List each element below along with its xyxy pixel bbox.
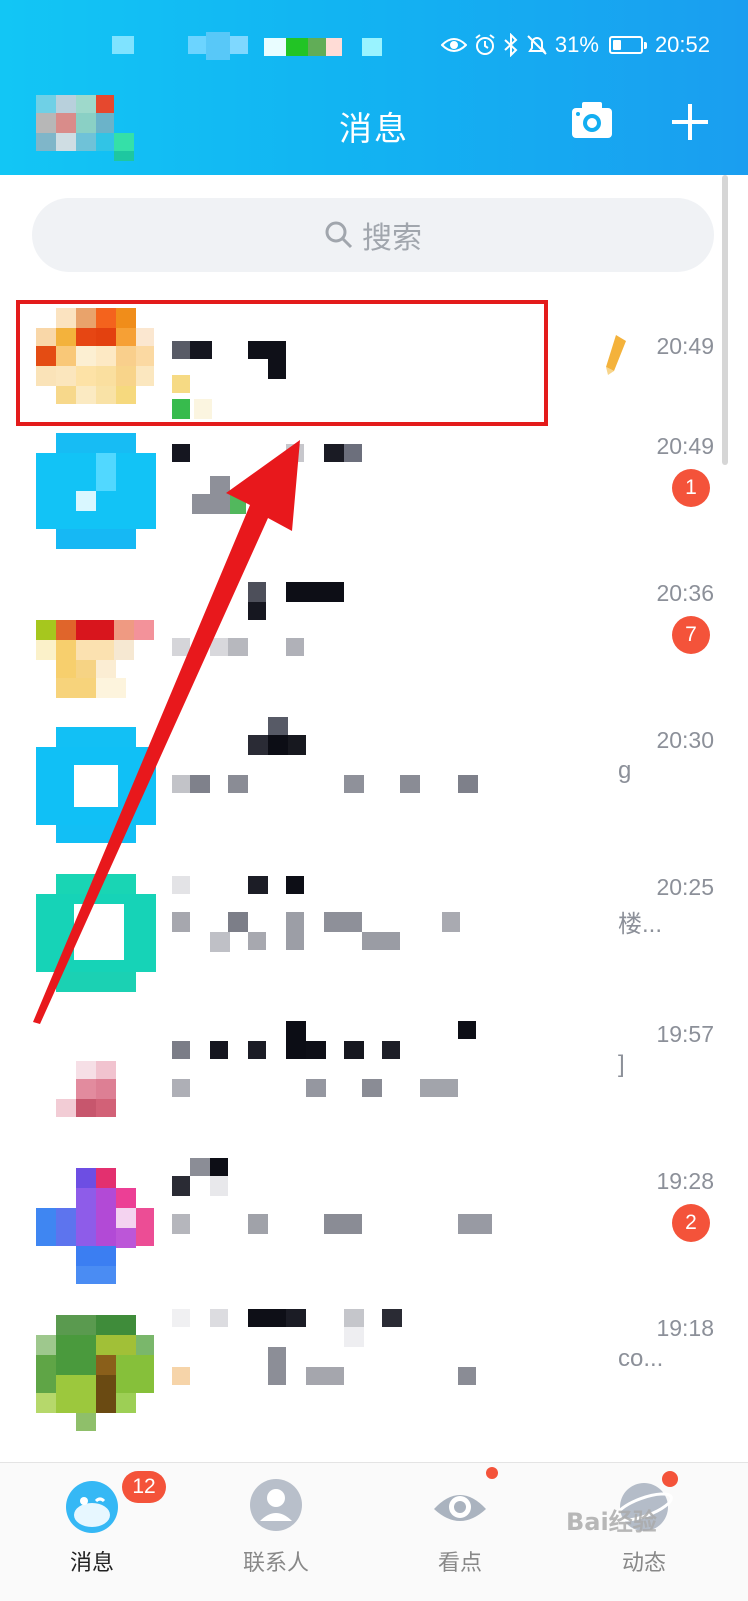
search-input[interactable]: 搜索 [32,198,714,272]
page-title: 消息 [339,109,409,148]
pencil-draft-icon [606,335,626,375]
contact-avatar [36,1168,154,1284]
message-time: 19:18 [656,1315,714,1341]
alarm-icon [475,34,495,55]
chat-list-item[interactable]: g 20:30 [0,717,748,874]
tab-unread-badge: 12 [122,1471,166,1503]
search-placeholder: 搜索 [362,221,422,256]
message-preview-tail: ] [618,1051,625,1078]
chat-list-item[interactable]: 20:49 1 [0,433,748,580]
status-bar-right: 31% 20:52 [440,28,710,62]
tab-label: 消息 [69,1551,114,1576]
app-header: 31% 20:52 消息 [0,0,748,175]
status-clock: 20:52 [654,32,710,57]
contacts-icon [250,1479,302,1531]
contact-name-redacted [172,444,362,514]
plus-icon[interactable] [670,102,710,142]
message-time: 20:49 [656,433,714,459]
new-content-dot [662,1471,678,1487]
eye-feed-icon [434,1495,486,1521]
message-time: 20:25 [656,874,714,900]
status-notification-icons [112,32,382,60]
contact-avatar [36,1315,154,1431]
message-time: 19:28 [656,1168,714,1194]
eye-comfort-icon [440,38,467,52]
contact-avatar [36,620,154,698]
contact-avatar [36,727,156,843]
penguin-chat-icon [66,1481,118,1533]
highlight-box-annotation [16,300,548,426]
camera-icon[interactable] [570,100,614,140]
search-bar[interactable]: 搜索 [32,198,714,272]
contact-name-redacted [172,876,460,952]
contact-avatar [36,874,156,992]
message-time: 20:30 [656,727,714,753]
chat-list-item[interactable]: co... 19:18 [0,1309,748,1462]
tab-contacts[interactable]: 联系人 [206,1471,346,1599]
baidu-jingyan-watermark: Bai经验 [566,1508,657,1536]
tab-label: 联系人 [242,1551,309,1576]
contact-name-redacted [172,1158,492,1234]
chat-list-item[interactable]: 20:36 7 [0,580,748,727]
search-icon [325,221,353,249]
chat-list: 20:49 20:49 1 20:36 7 g 20:30 楼... 20:25… [0,283,748,1462]
tab-label: 动态 [621,1551,666,1576]
tab-messages[interactable]: 12 消息 [22,1471,166,1599]
chat-list-item[interactable]: 楼... 20:25 [0,874,748,1021]
bluetooth-icon [504,33,518,57]
contact-name-redacted [172,582,344,656]
tab-label: 看点 [437,1551,482,1576]
message-time: 19:57 [656,1021,714,1047]
unread-badge: 1 [672,469,710,507]
tab-kandian[interactable]: 看点 [390,1467,530,1599]
message-time: 20:36 [656,580,714,606]
contact-name-redacted [172,1309,476,1385]
message-preview-tail: 楼... [618,911,663,938]
battery-icon [608,36,647,54]
battery-percent: 31% [554,32,599,57]
chat-list-item[interactable]: ] 19:57 [0,1021,748,1168]
contact-avatar [36,433,156,549]
message-time: 20:49 [656,333,714,359]
battery-level-fill [612,40,621,50]
unread-badge: 2 [672,1204,710,1242]
new-content-dot [486,1467,498,1479]
contact-avatar [56,1061,116,1117]
chat-list-item[interactable]: 19:28 2 [0,1158,748,1315]
contact-name-redacted [172,717,478,793]
mute-bell-icon [527,35,547,55]
message-preview-tail: g [618,757,632,784]
unread-badge: 7 [672,616,710,654]
contact-name-redacted [172,1021,476,1097]
message-preview-tail: co... [618,1345,664,1372]
